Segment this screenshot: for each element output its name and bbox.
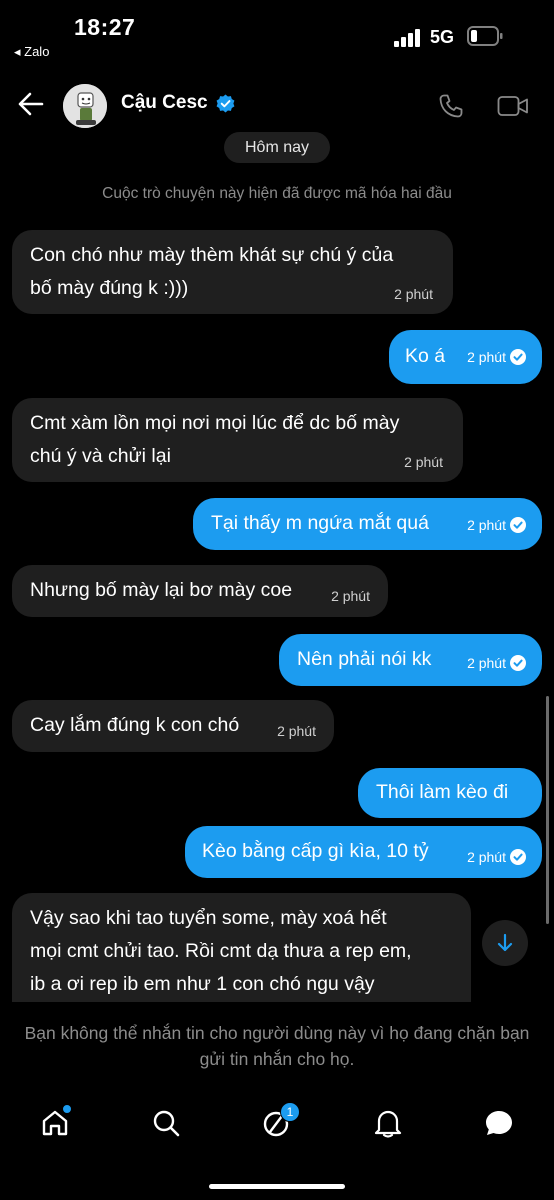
read-check-icon (510, 849, 526, 866)
message-text: Tại thấy m ngứa mắt quá (211, 512, 429, 534)
message-time: 2 phút (467, 849, 506, 865)
nav-notifications[interactable] (373, 1108, 403, 1138)
video-camera-icon[interactable] (497, 94, 529, 118)
nav-messages[interactable] (484, 1108, 514, 1138)
message-text: Nên phải nói kk (297, 648, 432, 670)
message-time: 2 phút (277, 723, 316, 739)
message-outgoing[interactable]: Nên phải nói kk 2 phút (279, 634, 542, 686)
messages-icon (486, 1111, 512, 1135)
read-check-icon (510, 349, 526, 366)
message-text: Ko á (405, 345, 446, 367)
avatar-figure-icon (63, 84, 107, 128)
blocked-notice: Bạn không thể nhắn tin cho người dùng nà… (24, 1023, 530, 1069)
message-text: Kèo bằng cấp gì kìa, 10 tỷ (202, 840, 429, 862)
nav-explore[interactable]: 1 (262, 1102, 300, 1138)
network-type: 5G (430, 27, 455, 47)
nav-search[interactable] (151, 1108, 181, 1138)
battery-icon (467, 26, 503, 46)
message-incoming[interactable]: Con chó như mày thèm khát sự chú ý của b… (12, 230, 453, 314)
message-incoming[interactable]: Nhưng bố mày lại bơ mày coe 2 phút (12, 565, 388, 617)
signal-icon (394, 29, 420, 47)
message-text: Cay lắm đúng k con chó (30, 714, 240, 736)
date-separator: Hôm nay (224, 132, 330, 163)
search-icon (153, 1110, 180, 1137)
message-text-line: bố mày đúng k :))) (30, 277, 189, 299)
message-text-line: Cmt xàm lồn mọi nơi mọi lúc để dc bố mày (30, 412, 400, 434)
encryption-notice: Cuộc trò chuyện này hiện đã được mã hóa … (102, 185, 452, 202)
message-text-line: mọi cmt chửi tao. Rồi cmt dạ thưa a rep … (30, 940, 412, 962)
message-text-line: chú ý và chửi lại (30, 445, 171, 467)
message-time: 2 phút (394, 286, 433, 302)
bell-icon (374, 1110, 402, 1138)
scrollbar[interactable] (546, 696, 549, 924)
message-text-line: Con chó như mày thèm khát sự chú ý của (30, 244, 394, 266)
arrow-down-icon (497, 933, 513, 952)
back-to-app-link[interactable]: ◂ Zalo (14, 44, 49, 60)
explore-badge: 1 (280, 1102, 300, 1122)
status-bar: 18:27 ◂ Zalo 5G (0, 0, 554, 70)
home-notification-dot (62, 1104, 72, 1114)
message-text: Nhưng bố mày lại bơ mày coe (30, 579, 293, 601)
message-time: 2 phút (404, 454, 443, 470)
message-outgoing[interactable]: Thôi làm kèo đi (358, 768, 542, 818)
contact-avatar[interactable] (63, 84, 107, 128)
message-outgoing[interactable]: Ko á 2 phút (389, 330, 542, 384)
scroll-to-bottom-button[interactable] (482, 920, 528, 966)
message-text-line: Vậy sao khi tao tuyển some, mày xoá hết (30, 907, 387, 929)
message-outgoing[interactable]: Tại thấy m ngứa mắt quá 2 phút (193, 498, 542, 550)
conversation-header: Cậu Cesc (0, 70, 554, 140)
contact-name[interactable]: Cậu Cesc (121, 92, 208, 114)
nav-home[interactable] (40, 1104, 72, 1138)
status-time: 18:27 (74, 14, 136, 40)
message-incoming[interactable]: Cmt xàm lồn mọi nơi mọi lúc để dc bố mày… (12, 398, 463, 482)
message-time: 2 phút (467, 349, 506, 365)
message-outgoing[interactable]: Kèo bằng cấp gì kìa, 10 tỷ 2 phút (185, 826, 542, 878)
verified-badge-icon (216, 94, 235, 113)
message-time: 2 phút (467, 655, 506, 671)
message-incoming[interactable]: Cay lắm đúng k con chó 2 phút (12, 700, 334, 752)
read-check-icon (510, 655, 526, 672)
message-time: 2 phút (331, 588, 370, 604)
message-text: Thôi làm kèo đi (376, 781, 509, 803)
read-check-icon (510, 517, 526, 534)
home-indicator (209, 1184, 345, 1189)
phone-icon[interactable] (438, 93, 464, 119)
message-time: 2 phút (467, 517, 506, 533)
message-text-line: ib a ơi rep ib em như 1 con chó ngu vậy (30, 973, 375, 995)
back-arrow-icon[interactable] (18, 92, 44, 116)
